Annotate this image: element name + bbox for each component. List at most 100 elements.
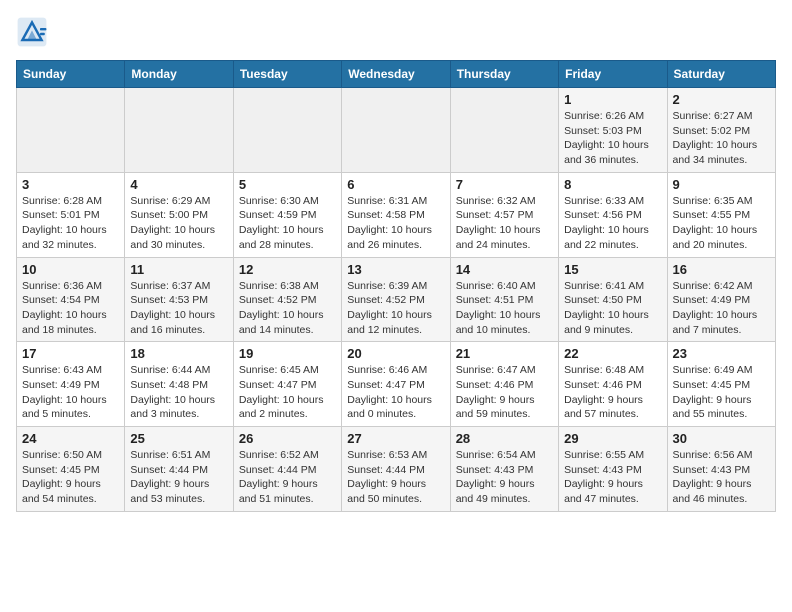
day-number: 20 [347,346,444,361]
calendar-day-cell: 26Sunrise: 6:52 AM Sunset: 4:44 PM Dayli… [233,427,341,512]
calendar-day-cell: 12 Sunrise: 6:38 AM Sunset: 4:52 PM Dayli… [233,257,341,342]
day-number: 6 [347,177,444,192]
calendar-header: SundayMondayTuesdayWednesdayThursdayFrid… [17,61,776,88]
day-number: 1 [564,92,661,107]
day-info: Sunrise: 6:51 AM Sunset: 4:44 PM Dayligh… [130,448,227,507]
calendar-day-cell: 3Sunrise: 6:28 AM Sunset: 5:01 PM Daylig… [17,172,125,257]
day-number: 23 [673,346,770,361]
day-info: Sunrise: 6:30 AM Sunset: 4:59 PM Dayligh… [239,194,336,253]
day-number: 14 [456,262,553,277]
day-info: Sunrise: 6:53 AM Sunset: 4:44 PM Dayligh… [347,448,444,507]
weekday-header: Wednesday [342,61,450,88]
calendar-day-cell: 7Sunrise: 6:32 AM Sunset: 4:57 PM Daylig… [450,172,558,257]
weekday-header: Monday [125,61,233,88]
day-number: 29 [564,431,661,446]
day-number: 2 [673,92,770,107]
day-number: 24 [22,431,119,446]
day-number: 4 [130,177,227,192]
day-number: 7 [456,177,553,192]
calendar-day-cell: 15Sunrise: 6:41 AM Sunset: 4:50 PM Dayli… [559,257,667,342]
day-info: Sunrise: 6:50 AM Sunset: 4:45 PM Dayligh… [22,448,119,507]
day-info: Sunrise: 6:45 AM Sunset: 4:47 PM Dayligh… [239,363,336,422]
calendar-day-cell: 21 Sunrise: 6:47 AM Sunset: 4:46 PM Dayli… [450,342,558,427]
day-number: 22 [564,346,661,361]
calendar-day-cell: 28 Sunrise: 6:54 AM Sunset: 4:43 PM Dayli… [450,427,558,512]
day-number: 25 [130,431,227,446]
day-info: Sunrise: 6:38 AM Sunset: 4:52 PM Dayligh… [239,279,336,338]
page-header [16,16,776,48]
calendar-day-cell: 4 Sunrise: 6:29 AM Sunset: 5:00 PM Daylig… [125,172,233,257]
weekday-header: Tuesday [233,61,341,88]
day-info: Sunrise: 6:42 AM Sunset: 4:49 PM Dayligh… [673,279,770,338]
day-info: Sunrise: 6:46 AM Sunset: 4:47 PM Dayligh… [347,363,444,422]
day-info: Sunrise: 6:29 AM Sunset: 5:00 PM Dayligh… [130,194,227,253]
day-info: Sunrise: 6:26 AM Sunset: 5:03 PM Dayligh… [564,109,661,168]
calendar-week-row: 24 Sunrise: 6:50 AM Sunset: 4:45 PM Dayli… [17,427,776,512]
calendar-day-cell: 25 Sunrise: 6:51 AM Sunset: 4:44 PM Dayli… [125,427,233,512]
calendar-day-cell: 18 Sunrise: 6:44 AM Sunset: 4:48 PM Dayli… [125,342,233,427]
day-info: Sunrise: 6:31 AM Sunset: 4:58 PM Dayligh… [347,194,444,253]
calendar-day-cell [450,88,558,173]
calendar-day-cell [342,88,450,173]
calendar-week-row: 1 Sunrise: 6:26 AM Sunset: 5:03 PM Daylig… [17,88,776,173]
day-info: Sunrise: 6:35 AM Sunset: 4:55 PM Dayligh… [673,194,770,253]
day-number: 26 [239,431,336,446]
day-number: 19 [239,346,336,361]
day-number: 28 [456,431,553,446]
calendar-day-cell: 11Sunrise: 6:37 AM Sunset: 4:53 PM Dayli… [125,257,233,342]
calendar-day-cell: 27 Sunrise: 6:53 AM Sunset: 4:44 PM Dayli… [342,427,450,512]
calendar-day-cell: 10Sunrise: 6:36 AM Sunset: 4:54 PM Dayli… [17,257,125,342]
calendar-day-cell: 19 Sunrise: 6:45 AM Sunset: 4:47 PM Dayli… [233,342,341,427]
day-info: Sunrise: 6:49 AM Sunset: 4:45 PM Dayligh… [673,363,770,422]
day-info: Sunrise: 6:33 AM Sunset: 4:56 PM Dayligh… [564,194,661,253]
weekday-header: Saturday [667,61,775,88]
day-number: 18 [130,346,227,361]
day-number: 21 [456,346,553,361]
weekday-header: Thursday [450,61,558,88]
calendar-day-cell: 24 Sunrise: 6:50 AM Sunset: 4:45 PM Dayli… [17,427,125,512]
calendar-day-cell: 29 Sunrise: 6:55 AM Sunset: 4:43 PM Dayli… [559,427,667,512]
day-info: Sunrise: 6:36 AM Sunset: 4:54 PM Dayligh… [22,279,119,338]
calendar-day-cell: 2 Sunrise: 6:27 AM Sunset: 5:02 PM Daylig… [667,88,775,173]
day-info: Sunrise: 6:41 AM Sunset: 4:50 PM Dayligh… [564,279,661,338]
day-info: Sunrise: 6:37 AM Sunset: 4:53 PM Dayligh… [130,279,227,338]
calendar-week-row: 17 Sunrise: 6:43 AM Sunset: 4:49 PM Dayli… [17,342,776,427]
day-number: 30 [673,431,770,446]
calendar-day-cell: 9 Sunrise: 6:35 AM Sunset: 4:55 PM Daylig… [667,172,775,257]
calendar-day-cell [233,88,341,173]
day-number: 16 [673,262,770,277]
day-info: Sunrise: 6:44 AM Sunset: 4:48 PM Dayligh… [130,363,227,422]
day-info: Sunrise: 6:39 AM Sunset: 4:52 PM Dayligh… [347,279,444,338]
calendar-day-cell: 1 Sunrise: 6:26 AM Sunset: 5:03 PM Daylig… [559,88,667,173]
calendar-day-cell: 20 Sunrise: 6:46 AM Sunset: 4:47 PM Dayli… [342,342,450,427]
calendar-day-cell: 17 Sunrise: 6:43 AM Sunset: 4:49 PM Dayli… [17,342,125,427]
calendar-day-cell: 8 Sunrise: 6:33 AM Sunset: 4:56 PM Daylig… [559,172,667,257]
calendar-day-cell: 5 Sunrise: 6:30 AM Sunset: 4:59 PM Daylig… [233,172,341,257]
calendar-day-cell: 23 Sunrise: 6:49 AM Sunset: 4:45 PM Dayli… [667,342,775,427]
calendar-day-cell: 16 Sunrise: 6:42 AM Sunset: 4:49 PM Dayli… [667,257,775,342]
calendar-day-cell: 14 Sunrise: 6:40 AM Sunset: 4:51 PM Dayli… [450,257,558,342]
calendar-week-row: 3Sunrise: 6:28 AM Sunset: 5:01 PM Daylig… [17,172,776,257]
logo-icon [16,16,48,48]
day-number: 13 [347,262,444,277]
day-info: Sunrise: 6:43 AM Sunset: 4:49 PM Dayligh… [22,363,119,422]
day-number: 12 [239,262,336,277]
calendar-week-row: 10Sunrise: 6:36 AM Sunset: 4:54 PM Dayli… [17,257,776,342]
day-number: 27 [347,431,444,446]
logo [16,16,52,48]
weekday-header: Friday [559,61,667,88]
day-number: 5 [239,177,336,192]
day-number: 8 [564,177,661,192]
calendar-day-cell: 13 Sunrise: 6:39 AM Sunset: 4:52 PM Dayli… [342,257,450,342]
calendar-day-cell: 22 Sunrise: 6:48 AM Sunset: 4:46 PM Dayli… [559,342,667,427]
day-info: Sunrise: 6:40 AM Sunset: 4:51 PM Dayligh… [456,279,553,338]
day-info: Sunrise: 6:47 AM Sunset: 4:46 PM Dayligh… [456,363,553,422]
day-number: 3 [22,177,119,192]
day-number: 9 [673,177,770,192]
day-info: Sunrise: 6:54 AM Sunset: 4:43 PM Dayligh… [456,448,553,507]
day-number: 17 [22,346,119,361]
day-info: Sunrise: 6:48 AM Sunset: 4:46 PM Dayligh… [564,363,661,422]
calendar-day-cell [125,88,233,173]
day-info: Sunrise: 6:55 AM Sunset: 4:43 PM Dayligh… [564,448,661,507]
day-info: Sunrise: 6:27 AM Sunset: 5:02 PM Dayligh… [673,109,770,168]
